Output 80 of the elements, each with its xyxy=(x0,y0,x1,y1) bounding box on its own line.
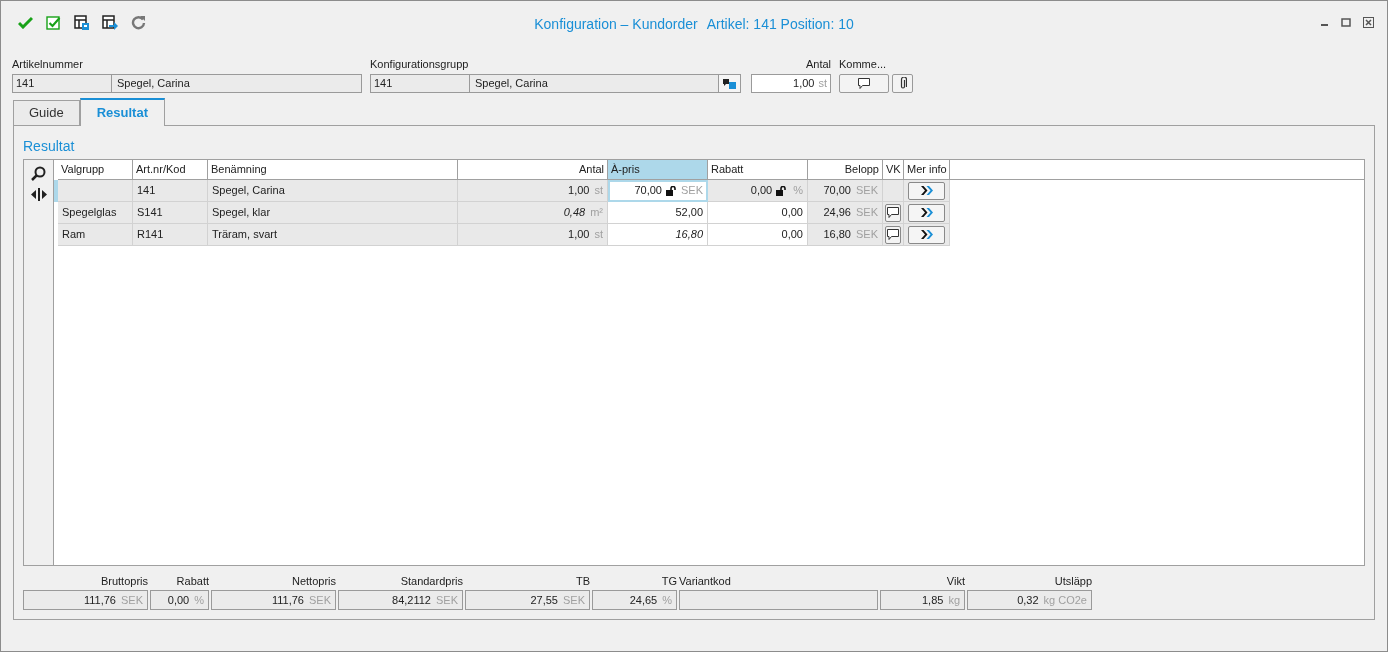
table-cell: 1,00 st xyxy=(458,224,608,246)
price-cell[interactable]: 16,80 xyxy=(608,224,708,246)
comment-button[interactable] xyxy=(839,74,889,93)
summary-label: Nettopris xyxy=(290,574,336,588)
column-header[interactable]: Benämning xyxy=(208,160,458,179)
summary-field: 111,76 SEK xyxy=(23,590,148,610)
maximize-icon[interactable] xyxy=(1341,17,1351,27)
summary-label: Rabatt xyxy=(175,574,209,588)
table-cell: R141 xyxy=(133,224,208,246)
summary-field: 27,55 SEK xyxy=(465,590,590,610)
table-cell: Spegelglas xyxy=(58,202,133,224)
discount-cell[interactable]: 0,00 xyxy=(708,202,808,224)
column-header[interactable]: À-pris xyxy=(608,160,708,179)
table-cell: 0,48 m² xyxy=(458,202,608,224)
column-header[interactable]: VK xyxy=(883,160,904,179)
more-info-button[interactable] xyxy=(908,203,945,222)
window-subtitle: Artikel: 141 Position: 10 xyxy=(706,15,854,34)
price-cell[interactable]: 70,00 SEK xyxy=(608,180,708,202)
summary-field: 24,65 % xyxy=(592,590,677,610)
field-label: Komme... xyxy=(839,57,888,71)
more-info-button[interactable] xyxy=(908,225,945,244)
window-title: Konfiguration – Kundorder xyxy=(534,15,698,34)
price-cell[interactable]: 52,00 xyxy=(608,202,708,224)
summary-label: Utsläpp xyxy=(1053,574,1092,588)
save-layout-icon[interactable] xyxy=(74,14,89,30)
article-name-field[interactable]: Spegel, Carina xyxy=(112,74,362,93)
table-cell: Träram, svart xyxy=(208,224,458,246)
table-cell: Spegel, Carina xyxy=(208,180,458,202)
table-cell: S141 xyxy=(133,202,208,224)
summary-label: Variantkod xyxy=(679,574,732,588)
summary-field: 0,00 % xyxy=(150,590,209,610)
more-info-button[interactable] xyxy=(908,181,945,200)
field-label: Artikelnummer xyxy=(12,57,84,71)
translate-icon xyxy=(722,77,737,90)
column-header[interactable]: Mer info xyxy=(904,160,950,179)
field-label: Konfigurationsgrupp xyxy=(370,57,470,71)
discount-cell[interactable]: 0,00 xyxy=(708,224,808,246)
double-chevron-icon xyxy=(919,208,934,217)
table-cell: 141 xyxy=(133,180,208,202)
config-name-field[interactable]: Spegel, Carina xyxy=(470,74,719,93)
quantity-field[interactable]: 1,00 st xyxy=(751,74,831,93)
speech-bubble-icon xyxy=(886,206,900,219)
config-code-dropdown[interactable]: 141 xyxy=(370,74,470,93)
summary-label: TB xyxy=(574,574,590,588)
table-cell: 24,96 SEK xyxy=(808,202,883,224)
close-icon[interactable] xyxy=(1363,16,1374,28)
expand-columns-icon[interactable] xyxy=(30,188,47,201)
checkbox-icon[interactable] xyxy=(46,14,61,30)
column-header[interactable]: Rabatt xyxy=(708,160,808,179)
column-header[interactable]: Valgrupp xyxy=(58,160,133,179)
attachment-button[interactable] xyxy=(892,74,913,93)
summary-label: Bruttopris xyxy=(99,574,148,588)
article-code-dropdown[interactable]: 141 xyxy=(12,74,112,93)
summary-label: Vikt xyxy=(945,574,965,588)
summary-field: 1,85 kg xyxy=(880,590,965,610)
column-header[interactable]: Art.nr/Kod xyxy=(133,160,208,179)
discount-cell[interactable]: 0,00 % xyxy=(708,180,808,202)
summary-label: Standardpris xyxy=(399,574,463,588)
summary-field: 84,2112 SEK xyxy=(338,590,463,610)
summary-field: 111,76 SEK xyxy=(211,590,336,610)
table-cell: 1,00 st xyxy=(458,180,608,202)
translate-button[interactable] xyxy=(719,74,741,93)
table-cell: 16,80 SEK xyxy=(808,224,883,246)
paperclip-icon xyxy=(898,77,907,90)
tab[interactable]: Guide xyxy=(13,100,80,125)
checkmark-icon[interactable] xyxy=(18,15,33,29)
section-title: Resultat xyxy=(23,138,76,154)
table-cell: Spegel, klar xyxy=(208,202,458,224)
double-chevron-icon xyxy=(919,186,934,195)
search-icon[interactable] xyxy=(31,166,46,181)
summary-label: TG xyxy=(660,574,677,588)
summary-field: 0,32 kg CO2e xyxy=(967,590,1092,610)
table-cell: 70,00 SEK xyxy=(808,180,883,202)
double-chevron-icon xyxy=(919,230,934,239)
export-layout-icon[interactable] xyxy=(102,14,118,30)
refresh-icon[interactable] xyxy=(131,14,146,30)
speech-bubble-icon xyxy=(886,228,900,241)
speech-bubble-icon xyxy=(857,77,871,90)
field-label: Antal xyxy=(804,57,831,71)
table-cell: Ram xyxy=(58,224,133,246)
